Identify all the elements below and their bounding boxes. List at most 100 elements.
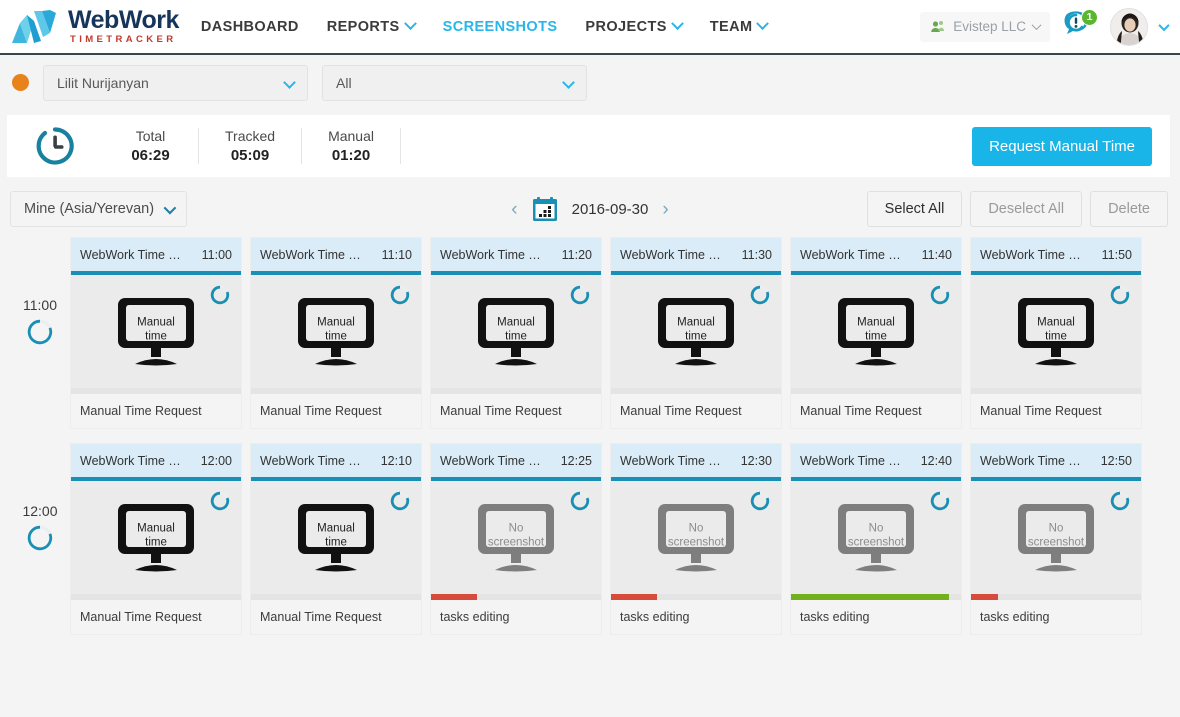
card-loading-spinner[interactable] <box>390 491 410 516</box>
screenshot-card[interactable]: WebWork Time Tr...12:00ManualtimeManual … <box>70 443 242 635</box>
select-all-button[interactable]: Select All <box>867 191 963 227</box>
monitor-icon <box>655 502 737 574</box>
webwork-zigzag-logo-icon <box>10 9 62 45</box>
card-loading-spinner[interactable] <box>390 285 410 310</box>
deselect-all-button[interactable]: Deselect All <box>970 191 1082 227</box>
next-day-chevron-right-icon[interactable]: › <box>662 200 668 219</box>
card-body[interactable]: Manualtime <box>71 275 241 388</box>
loading-spinner-icon <box>390 285 410 305</box>
card-header: WebWork Time Tr... 12:00 <box>71 444 241 481</box>
loading-spinner-icon <box>1110 285 1130 305</box>
request-manual-time-button[interactable]: Request Manual Time <box>972 127 1152 166</box>
nav-label: TEAM <box>710 19 753 35</box>
screenshot-card[interactable]: WebWork Time Tr...11:30ManualtimeManual … <box>610 237 782 429</box>
activity-bar <box>791 388 961 394</box>
nav-right-cluster: Evistep LLC 1 <box>920 8 1168 46</box>
card-header: WebWork Time Tr...11:10 <box>251 238 421 275</box>
monitor-icon <box>295 296 377 368</box>
card-body[interactable]: Noscreenshot <box>971 481 1141 594</box>
card-caption: Manual Time Request <box>71 394 241 428</box>
screenshot-placeholder: Manualtime <box>295 502 377 574</box>
project-filter-value: All <box>336 75 352 91</box>
notifications-button[interactable]: 1 <box>1062 10 1098 44</box>
card-loading-spinner[interactable] <box>930 491 950 516</box>
card-body[interactable]: Noscreenshot <box>431 481 601 594</box>
screenshot-controls: Mine (Asia/Yerevan) ‹ 2016-09-30 › Selec… <box>0 177 1180 237</box>
card-body[interactable]: Manualtime <box>71 481 241 594</box>
card-title: WebWork Time Tr... <box>800 248 907 262</box>
user-avatar[interactable] <box>1110 8 1148 46</box>
chevron-down-icon <box>164 201 177 214</box>
delete-button[interactable]: Delete <box>1090 191 1168 227</box>
card-header: WebWork Time Tr...12:40 <box>791 444 961 481</box>
row-time-label: 11:00 <box>10 297 70 313</box>
card-time: 12:00 <box>201 454 232 468</box>
card-loading-spinner[interactable] <box>1110 285 1130 310</box>
screenshot-card[interactable]: WebWork Time Tr...11:20ManualtimeManual … <box>430 237 602 429</box>
card-header: WebWork Time Tr...11:00 <box>71 238 241 275</box>
screenshot-placeholder: Noscreenshot <box>1015 502 1097 574</box>
project-filter-select[interactable]: All <box>322 65 587 101</box>
screenshot-card[interactable]: WebWork Time Tr...11:10ManualtimeManual … <box>250 237 422 429</box>
nav-item-dashboard[interactable]: DASHBOARD <box>201 19 299 35</box>
company-selector[interactable]: Evistep LLC <box>920 12 1050 42</box>
card-title: WebWork Time Tr... <box>800 454 907 468</box>
card-loading-spinner[interactable] <box>750 285 770 310</box>
timezone-value: Mine (Asia/Yerevan) <box>24 201 154 217</box>
top-navigation-bar: WebWork TIMETRACKER DASHBOARD REPORTS SC… <box>0 0 1180 55</box>
loading-spinner-icon <box>1110 491 1130 511</box>
card-body[interactable]: Manualtime <box>791 275 961 388</box>
screenshot-card[interactable]: WebWork Time Tr...11:40ManualtimeManual … <box>790 237 962 429</box>
screenshot-cards: WebWork Time Tr...11:00ManualtimeManual … <box>70 237 1180 429</box>
monitor-icon <box>295 502 377 574</box>
card-loading-spinner[interactable] <box>930 285 950 310</box>
brand-logo[interactable]: WebWork TIMETRACKER <box>10 8 179 45</box>
card-caption: tasks editing <box>611 600 781 634</box>
card-loading-spinner[interactable] <box>570 285 590 310</box>
screenshot-placeholder: Noscreenshot <box>655 502 737 574</box>
card-time: 12:10 <box>381 454 412 468</box>
card-body[interactable]: Noscreenshot <box>611 481 781 594</box>
screenshot-card[interactable]: WebWork Time Tr...12:25Noscreenshottasks… <box>430 443 602 635</box>
loading-spinner-icon <box>27 525 53 551</box>
calendar-icon[interactable] <box>532 196 558 222</box>
nav-item-screenshots[interactable]: SCREENSHOTS <box>443 19 558 35</box>
time-summary-panel: Total 06:29 Tracked 05:09 Manual 01:20 R… <box>7 115 1170 177</box>
card-loading-spinner[interactable] <box>210 285 230 310</box>
screenshot-card[interactable]: WebWork Time Tr...11:50ManualtimeManual … <box>970 237 1142 429</box>
screenshot-card[interactable]: WebWork Time Tr...12:10ManualtimeManual … <box>250 443 422 635</box>
loading-spinner-icon <box>750 491 770 511</box>
screenshot-card[interactable]: WebWork Time Tr...12:40Noscreenshot tasks… <box>790 443 962 635</box>
card-body[interactable]: Manualtime <box>251 275 421 388</box>
screenshot-placeholder: Manualtime <box>475 296 557 368</box>
stat-manual: Manual 01:20 <box>302 128 401 164</box>
monitor-icon <box>835 502 917 574</box>
nav-item-reports[interactable]: REPORTS <box>327 19 415 35</box>
card-caption: Manual Time Request <box>611 394 781 428</box>
card-loading-spinner[interactable] <box>570 491 590 516</box>
user-menu-chevron-down-icon[interactable] <box>1158 19 1169 30</box>
prev-day-chevron-left-icon[interactable]: ‹ <box>511 200 517 219</box>
activity-bar <box>251 388 421 394</box>
screenshot-card[interactable]: WebWork Time Tr...12:30Noscreenshottasks… <box>610 443 782 635</box>
nav-item-projects[interactable]: PROJECTS <box>585 19 681 35</box>
card-loading-spinner[interactable] <box>750 491 770 516</box>
user-filter-select[interactable]: Lilit Nurijanyan <box>43 65 308 101</box>
activity-bar <box>431 594 601 600</box>
card-body[interactable]: Manualtime <box>611 275 781 388</box>
monitor-icon <box>475 296 557 368</box>
card-caption: tasks editing <box>791 600 961 634</box>
timezone-select[interactable]: Mine (Asia/Yerevan) <box>10 191 187 227</box>
nav-item-team[interactable]: TEAM <box>710 19 768 35</box>
card-body[interactable]: Manualtime <box>251 481 421 594</box>
card-time: 11:00 <box>202 248 232 262</box>
card-time: 11:20 <box>562 248 592 262</box>
card-body[interactable]: Noscreenshot <box>791 481 961 594</box>
card-loading-spinner[interactable] <box>210 491 230 516</box>
card-body[interactable]: Manualtime <box>971 275 1141 388</box>
card-title: WebWork Time Tr... <box>80 454 187 468</box>
screenshot-card[interactable]: WebWork Time Tr...11:00Manualtime Manual … <box>70 237 242 429</box>
card-body[interactable]: Manualtime <box>431 275 601 388</box>
card-loading-spinner[interactable] <box>1110 491 1130 516</box>
screenshot-card[interactable]: WebWork Time Tr...12:50Noscreenshottasks… <box>970 443 1142 635</box>
